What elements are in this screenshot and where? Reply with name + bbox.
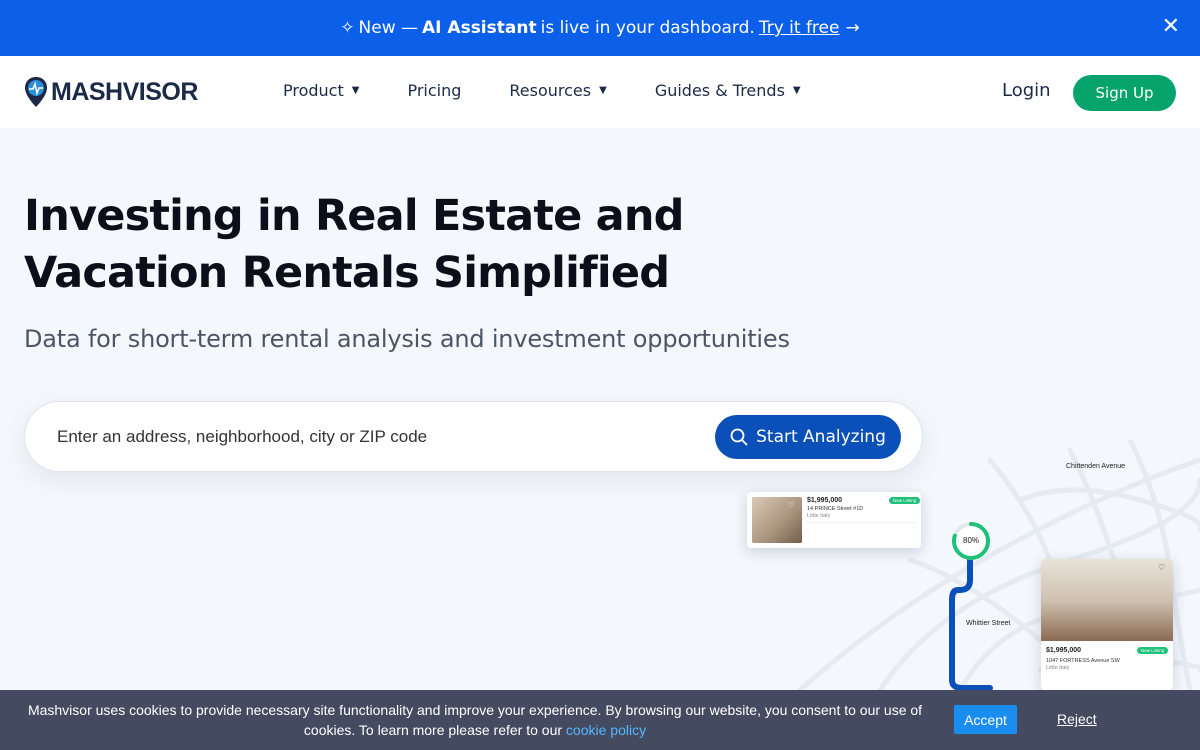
nav-pricing-label: Pricing: [407, 81, 462, 100]
nav-guides-label: Guides & Trends: [654, 81, 785, 100]
accept-cookies-button[interactable]: Accept: [954, 705, 1017, 734]
property-price: $1,995,000: [1046, 647, 1082, 654]
nav-resources-label: Resources: [509, 81, 592, 100]
nav-product-label: Product: [283, 81, 344, 100]
nav-guides-trends[interactable]: Guides & Trends ▼: [655, 81, 801, 100]
chevron-down-icon: ▼: [351, 85, 360, 96]
property-photo: [752, 497, 802, 543]
cookie-banner: Mashvisor uses cookies to provide necess…: [0, 690, 1200, 750]
property-area: Little Italy: [807, 513, 831, 519]
close-icon[interactable]: ✕: [1162, 16, 1180, 38]
property-metrics: [807, 522, 915, 542]
property-photo: [1041, 559, 1173, 641]
property-card[interactable]: ♡ $1,995,000 14 PRINCE Street #1D Little…: [747, 492, 921, 548]
chevron-down-icon: ▼: [792, 85, 801, 96]
property-address: 1047 FORTRESS Avenue SW: [1046, 658, 1120, 664]
announcement-bar: ✧ New — AI Assistant is live in your das…: [0, 0, 1200, 56]
search-input[interactable]: [57, 422, 697, 452]
nav-product[interactable]: Product ▼: [283, 81, 359, 100]
announcement-text: is live in your dashboard.: [540, 18, 755, 38]
progress-label: 80%: [963, 536, 980, 545]
property-card[interactable]: ♡ $1,995,000 1047 FORTRESS Avenue SW Lit…: [1041, 559, 1173, 690]
property-address: 14 PRINCE Street #1D: [807, 506, 864, 512]
street-label: Whittier Street: [966, 620, 1011, 627]
hero-subtitle: Data for short-term rental analysis and …: [24, 325, 790, 353]
chevron-down-icon: ▼: [599, 85, 607, 96]
heart-icon[interactable]: ♡: [788, 501, 794, 509]
cookie-message: Mashvisor uses cookies to provide necess…: [27, 702, 923, 738]
announcement-highlight: AI Assistant: [422, 18, 537, 38]
property-price: $1,995,000: [807, 497, 843, 504]
nav-resources[interactable]: Resources ▼: [509, 81, 606, 100]
sparkle-icon: ✧: [340, 18, 355, 38]
logo-text: MASHVISOR: [51, 77, 198, 106]
property-area: Little Italy: [1046, 665, 1070, 671]
arrow-right-icon[interactable]: →: [845, 18, 859, 38]
nav-pricing[interactable]: Pricing: [407, 81, 461, 100]
main-nav: Product ▼ Pricing Resources ▼ Guides & T…: [283, 81, 849, 100]
street-label: Chittenden Avenue: [1066, 463, 1126, 470]
announcement-prefix: New —: [358, 18, 419, 38]
reject-cookies-button[interactable]: Reject: [1057, 711, 1097, 727]
login-link[interactable]: Login: [1002, 80, 1051, 101]
listing-tag: New Listing: [889, 497, 921, 504]
try-free-link[interactable]: Try it free: [759, 18, 840, 38]
signup-button[interactable]: Sign Up: [1073, 75, 1176, 111]
listing-tag: New Listing: [1137, 647, 1169, 654]
hero-title: Investing in Real Estate and Vacation Re…: [24, 191, 684, 298]
heart-icon[interactable]: ♡: [1158, 563, 1165, 572]
cookie-text: Mashvisor uses cookies to provide necess…: [20, 700, 930, 740]
logo[interactable]: MASHVISOR: [24, 76, 198, 108]
cookie-policy-link[interactable]: cookie policy: [566, 722, 646, 738]
logo-pin-icon: [25, 77, 47, 107]
